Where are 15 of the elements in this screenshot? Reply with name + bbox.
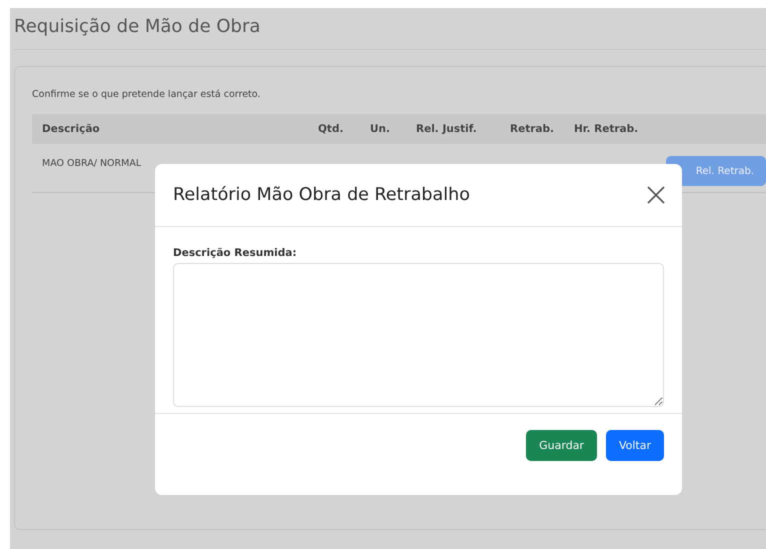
instruction-text: Confirme se o que pretende lançar está correto. xyxy=(32,89,262,100)
column-header: Rel. Justif. xyxy=(416,123,478,135)
modal-title: Relatório Mão Obra de Retrabalho xyxy=(173,185,470,205)
column-header: Un. xyxy=(370,123,391,135)
table-cell-text: MAO OBRA/ NORMAL xyxy=(42,157,142,169)
field-label: Descrição Resumida: xyxy=(173,247,298,259)
column-header: Retrab. xyxy=(510,123,555,135)
column-header: Hr. Retrab. xyxy=(574,123,640,135)
column-header: Descrição xyxy=(42,123,101,135)
description-field[interactable] xyxy=(173,263,664,407)
column-header: Qtd. xyxy=(318,123,344,135)
page-title: Requisição de Mão de Obra xyxy=(14,8,766,50)
back-button[interactable]: Voltar xyxy=(606,430,664,461)
save-button[interactable]: Guardar xyxy=(526,430,597,461)
close-icon[interactable] xyxy=(647,186,665,204)
